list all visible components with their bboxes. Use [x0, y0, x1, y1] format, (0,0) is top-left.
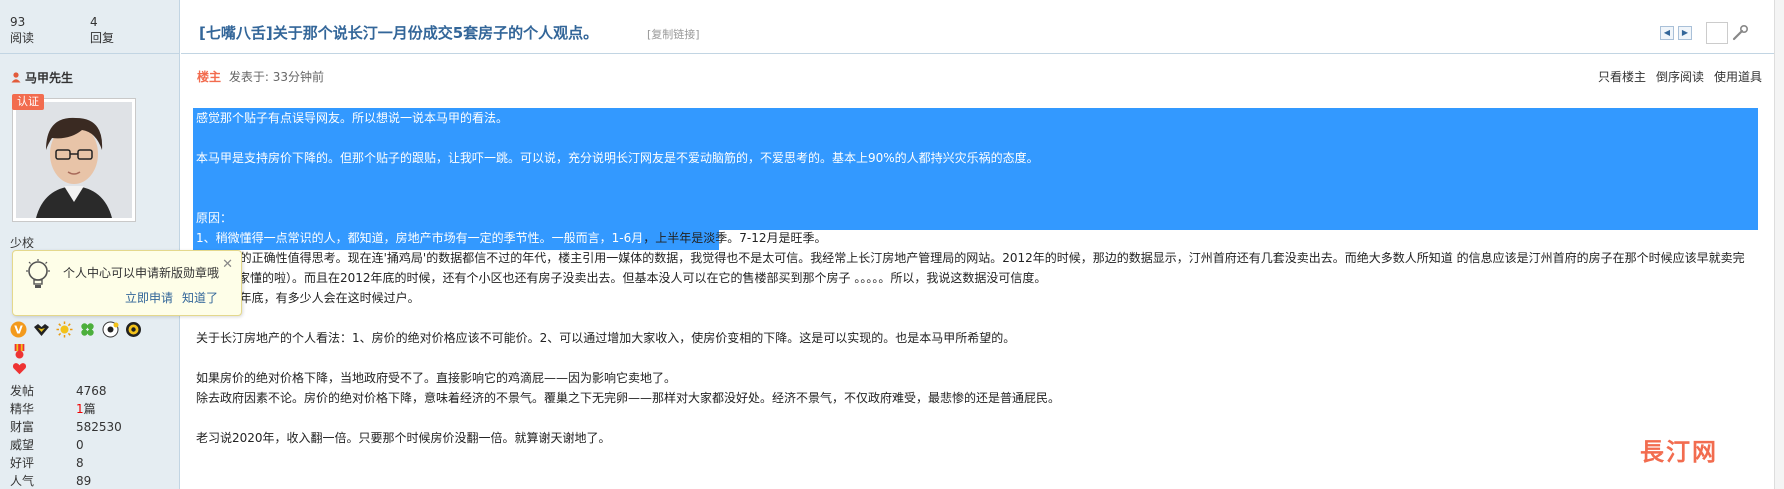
got-it-link[interactable]: 知道了	[182, 289, 218, 306]
svg-text:V: V	[14, 324, 23, 337]
views-label: 阅读	[10, 31, 35, 45]
stat-popularity: 人气 89	[10, 472, 170, 489]
badge-medal-icon[interactable]	[125, 321, 142, 338]
stat-suffix: 篇	[83, 402, 96, 416]
stat-value: 0	[76, 438, 84, 452]
stat-value[interactable]: 4768	[76, 382, 107, 400]
floor-label: 楼主	[197, 70, 222, 84]
post-line: 2、数据的正确性值得思考。现在连'捅鸡局'的数据都信不过的年代，楼主引用一媒体的…	[196, 251, 1745, 285]
replies-label: 回复	[90, 31, 115, 45]
wrench-icon[interactable]	[1731, 24, 1749, 42]
author-name[interactable]: 马甲先生	[25, 69, 73, 86]
close-icon[interactable]: ✕	[222, 257, 233, 272]
stat-value: 8	[76, 456, 84, 470]
stat-label: 威望	[10, 438, 35, 452]
replies-stat: 4 回复	[90, 14, 114, 46]
lightbulb-icon	[26, 259, 50, 288]
stat-label: 发帖	[10, 384, 35, 398]
unselected-text: ，上半年是淡季。7-12月是旺季。	[643, 231, 827, 245]
post-line: 原因：	[196, 208, 1758, 228]
stat-label: 人气	[10, 474, 35, 488]
heart-wing-medal-icon[interactable]	[33, 321, 50, 338]
post-time: 发表于: 33分钟前	[228, 70, 324, 84]
post-line: 感觉那个贴子有点误导网友。所以想说一说本马甲的看法。	[196, 108, 1758, 128]
v-medal-icon[interactable]: V	[10, 321, 27, 338]
scrollbar[interactable]	[1774, 0, 1784, 489]
post-line: 3、因为年底，有多少人会在这时候过户。	[196, 291, 420, 305]
ball-medal-icon[interactable]	[102, 321, 119, 338]
certified-badge: 认证	[12, 94, 44, 110]
stat-label: 好评	[10, 456, 35, 470]
post-line: 1、稍微懂得一点常识的人，都知道，房地产市场有一定的季节性。一般而言，1-6月，…	[196, 228, 1758, 248]
stat-digest: 精华 1 篇	[10, 400, 170, 418]
chevron-right-icon[interactable]: ▶	[1678, 26, 1692, 40]
selected-text: 1、稍微懂得一点常识的人，都知道，房地产市场有一定的季节性。一般而言，1-6月	[196, 231, 644, 245]
post-actions: 只看楼主 倒序阅读 使用道具	[1598, 68, 1762, 85]
stat-value: 582530	[76, 420, 122, 434]
stat-label: 精华	[10, 402, 35, 416]
ribbon-medal-icon[interactable]	[12, 344, 27, 359]
author-profile-stats: 发帖 4768 精华 1 篇 财富 582530 威望 0 好评 8 人气 89	[10, 382, 170, 489]
avatar[interactable]	[12, 98, 136, 222]
post-line: 关于长汀房地产的个人看法：1、房价的绝对价格应该不可能价。2、可以通过增加大家收…	[196, 331, 1016, 345]
post-line: 除去政府因素不论。房价的绝对价格下降，意味着经济的不景气。覆巢之下无完卵——那样…	[196, 391, 1061, 405]
stat-label: 财富	[10, 420, 35, 434]
sun-medal-icon[interactable]	[56, 321, 73, 338]
chevron-left-icon[interactable]: ◀	[1660, 26, 1674, 40]
apply-now-link[interactable]: 立即申请	[125, 289, 173, 306]
stat-value[interactable]: 1	[76, 400, 84, 418]
use-item-link[interactable]: 使用道具	[1714, 68, 1762, 85]
stat-posts: 发帖 4768	[10, 382, 170, 400]
clover-medal-icon[interactable]	[79, 321, 96, 338]
author-rank: 少校	[10, 236, 35, 250]
thread-header: [七嘴八舌]关于那个说长汀一月份成交5套房子的个人观点。 [复制链接] ◀ ▶	[181, 0, 1784, 54]
thread-title[interactable]: [七嘴八舌]关于那个说长汀一月份成交5套房子的个人观点。	[199, 22, 598, 43]
reverse-order-link[interactable]: 倒序阅读	[1656, 68, 1704, 85]
medal-tip-popup: 个人中心可以申请新版勋章哦 ✕ 立即申请 知道了	[12, 250, 242, 316]
post-line: 老习说2020年，收入翻一倍。只要那个时候房价没翻一倍。就算谢天谢地了。	[196, 431, 611, 445]
views-stat: 93 阅读	[10, 14, 34, 46]
stat-wealth: 财富 582530	[10, 418, 170, 436]
replies-count: 4	[90, 15, 98, 29]
author-row[interactable]: 马甲先生	[10, 68, 73, 86]
stat-rating: 好评 8	[10, 454, 170, 472]
stat-value: 89	[76, 474, 92, 488]
heart-medal-icon[interactable]	[12, 361, 27, 376]
medal-row: V	[10, 321, 142, 339]
author-sidebar: 93 阅读 4 回复 马甲先生 认证 少校 V 发帖 4768 精华 1 篇 财…	[0, 0, 180, 489]
post-meta: 楼主 发表于: 33分钟前	[197, 68, 324, 85]
page-jump-input[interactable]	[1706, 22, 1728, 44]
user-online-icon	[11, 72, 21, 83]
post-line: 如果房价的绝对价格下降，当地政府受不了。直接影响它的鸡滴屁——因为影响它卖地了。	[196, 371, 677, 385]
thread-stats: 93 阅读 4 回复	[0, 0, 180, 54]
copy-link-button[interactable]: [复制链接]	[647, 26, 700, 42]
tip-text: 个人中心可以申请新版勋章哦	[63, 266, 220, 280]
medal-column	[12, 344, 27, 376]
only-author-link[interactable]: 只看楼主	[1598, 68, 1646, 85]
post-line: 本马甲是支持房价下降的。但那个贴子的跟贴，让我吓一跳。可以说，充分说明长汀网友是…	[196, 148, 1758, 168]
views-count: 93	[10, 15, 26, 29]
avatar-image	[16, 102, 132, 218]
stat-prestige: 威望 0	[10, 436, 170, 454]
post-content: 感觉那个贴子有点误导网友。所以想说一说本马甲的看法。 本马甲是支持房价下降的。但…	[196, 108, 1758, 448]
